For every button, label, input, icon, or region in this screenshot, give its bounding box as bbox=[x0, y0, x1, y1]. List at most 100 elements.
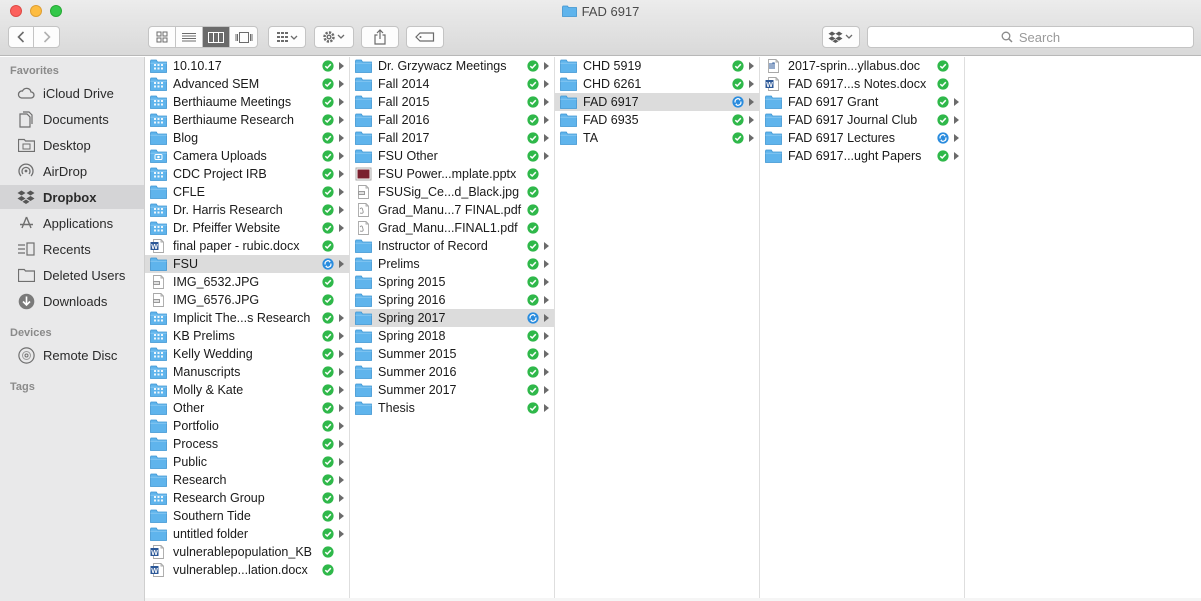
folder-row[interactable]: Instructor of Record bbox=[350, 237, 554, 255]
column-view-button[interactable] bbox=[203, 27, 231, 47]
folder-row[interactable]: Camera Uploads bbox=[145, 147, 349, 165]
folder-row[interactable]: FAD 6917...ught Papers bbox=[760, 147, 964, 165]
arrange-button[interactable] bbox=[268, 26, 306, 48]
file-row[interactable]: IMG_6576.JPG bbox=[145, 291, 349, 309]
folder-row[interactable]: Summer 2017 bbox=[350, 381, 554, 399]
sidebar-item-downloads[interactable]: Downloads bbox=[0, 289, 144, 313]
folder-row[interactable]: 10.10.17 bbox=[145, 57, 349, 75]
folder-row[interactable]: Process bbox=[145, 435, 349, 453]
folder-row[interactable]: Dr. Pfeiffer Website bbox=[145, 219, 349, 237]
folder-row[interactable]: Research bbox=[145, 471, 349, 489]
folder-row[interactable]: FAD 6917 Grant bbox=[760, 93, 964, 111]
folder-icon bbox=[355, 365, 372, 379]
folder-row[interactable]: untitled folder bbox=[145, 525, 349, 543]
folder-row[interactable]: CHD 5919 bbox=[555, 57, 759, 75]
folder-row[interactable]: Fall 2016 bbox=[350, 111, 554, 129]
folder-row[interactable]: CHD 6261 bbox=[555, 75, 759, 93]
folder-row[interactable]: Implicit The...s Research bbox=[145, 309, 349, 327]
dropbox-menu-button[interactable] bbox=[822, 26, 860, 48]
folder-row[interactable]: Other bbox=[145, 399, 349, 417]
folder-row[interactable]: FAD 6917 bbox=[555, 93, 759, 111]
folder-row[interactable]: Public bbox=[145, 453, 349, 471]
file-row[interactable]: Grad_Manu...7 FINAL.pdf bbox=[350, 201, 554, 219]
back-button[interactable] bbox=[9, 27, 34, 47]
synced-check-icon bbox=[527, 330, 539, 342]
folder-row[interactable]: FAD 6917 Journal Club bbox=[760, 111, 964, 129]
icon-view-button[interactable] bbox=[149, 27, 177, 47]
folder-row[interactable]: Dr. Grzywacz Meetings bbox=[350, 57, 554, 75]
image-file-icon bbox=[355, 185, 372, 199]
forward-button[interactable] bbox=[34, 27, 59, 47]
browser-column-4[interactable]: w 2017-sprin...yllabus.doc W FAD 6917...s N… bbox=[760, 57, 965, 601]
folder-row[interactable]: Molly & Kate bbox=[145, 381, 349, 399]
folder-row[interactable]: Manuscripts bbox=[145, 363, 349, 381]
file-row[interactable]: W FAD 6917...s Notes.docx bbox=[760, 75, 964, 93]
sidebar-item-dropbox[interactable]: Dropbox bbox=[0, 185, 144, 209]
folder-row[interactable]: CFLE bbox=[145, 183, 349, 201]
item-name: Instructor of Record bbox=[378, 239, 488, 253]
share-button[interactable] bbox=[361, 26, 399, 48]
airdrop-icon bbox=[16, 162, 36, 180]
folder-row[interactable]: Summer 2015 bbox=[350, 345, 554, 363]
tags-button[interactable] bbox=[406, 26, 444, 48]
folder-row[interactable]: Summer 2016 bbox=[350, 363, 554, 381]
folder-row[interactable]: Portfolio bbox=[145, 417, 349, 435]
file-row[interactable]: Wvulnerablep...lation.docx bbox=[145, 561, 349, 579]
action-button[interactable] bbox=[314, 26, 354, 48]
sidebar-item-applications[interactable]: Applications bbox=[0, 211, 144, 235]
browser-column-2[interactable]: Dr. Grzywacz Meetings Fall 2014 Fall 2015 F… bbox=[350, 57, 555, 601]
item-name: vulnerablep...lation.docx bbox=[173, 563, 308, 577]
folder-row[interactable]: Berthiaume Research bbox=[145, 111, 349, 129]
folder-row[interactable]: Spring 2017 bbox=[350, 309, 554, 327]
folder-row[interactable]: FAD 6935 bbox=[555, 111, 759, 129]
item-name: FAD 6935 bbox=[583, 113, 639, 127]
folder-row[interactable]: Fall 2015 bbox=[350, 93, 554, 111]
sidebar-item-desktop[interactable]: Desktop bbox=[0, 133, 144, 157]
file-row[interactable]: FSU Power...mplate.pptx bbox=[350, 165, 554, 183]
synced-check-icon bbox=[527, 276, 539, 288]
folder-row[interactable]: Dr. Harris Research bbox=[145, 201, 349, 219]
folder-row[interactable]: Kelly Wedding bbox=[145, 345, 349, 363]
disclosure-arrow-icon bbox=[339, 62, 344, 70]
file-row[interactable]: IMG_6532.JPG bbox=[145, 273, 349, 291]
sidebar-item-icloud-drive[interactable]: iCloud Drive bbox=[0, 81, 144, 105]
browser-column-3[interactable]: CHD 5919 CHD 6261 FAD 6917 FAD 6935 TA bbox=[555, 57, 760, 601]
sidebar-item-remote-disc[interactable]: Remote Disc bbox=[0, 343, 144, 367]
folder-row[interactable]: Spring 2016 bbox=[350, 291, 554, 309]
sidebar-item-recents[interactable]: Recents bbox=[0, 237, 144, 261]
sidebar-item-deleted-users[interactable]: Deleted Users bbox=[0, 263, 144, 287]
file-row[interactable]: w 2017-sprin...yllabus.doc bbox=[760, 57, 964, 75]
folder-row[interactable]: Fall 2017 bbox=[350, 129, 554, 147]
shared-folder-icon bbox=[150, 59, 167, 73]
folder-row[interactable]: KB Prelims bbox=[145, 327, 349, 345]
folder-row[interactable]: FSU Other bbox=[350, 147, 554, 165]
folder-row[interactable]: Blog bbox=[145, 129, 349, 147]
folder-row[interactable]: Advanced SEM bbox=[145, 75, 349, 93]
sidebar-item-airdrop[interactable]: AirDrop bbox=[0, 159, 144, 183]
sidebar-item-documents[interactable]: Documents bbox=[0, 107, 144, 131]
folder-row[interactable]: TA bbox=[555, 129, 759, 147]
file-row[interactable]: Grad_Manu...FINAL1.pdf bbox=[350, 219, 554, 237]
folder-row[interactable]: Spring 2018 bbox=[350, 327, 554, 345]
browser-column-1[interactable]: 10.10.17 Advanced SEM Berthiaume Meetings B… bbox=[145, 57, 350, 601]
item-name: untitled folder bbox=[173, 527, 249, 541]
synced-check-icon bbox=[527, 150, 539, 162]
search-field[interactable]: Search bbox=[867, 26, 1194, 48]
folder-row[interactable]: Prelims bbox=[350, 255, 554, 273]
folder-row[interactable]: Southern Tide bbox=[145, 507, 349, 525]
item-name: Dr. Harris Research bbox=[173, 203, 283, 217]
file-row[interactable]: Wvulnerablepopulation_KB bbox=[145, 543, 349, 561]
file-row[interactable]: FSUSig_Ce...d_Black.jpg bbox=[350, 183, 554, 201]
list-view-button[interactable] bbox=[176, 27, 204, 47]
folder-row[interactable]: FSU bbox=[145, 255, 349, 273]
back-forward-control bbox=[8, 26, 60, 48]
folder-row[interactable]: Research Group bbox=[145, 489, 349, 507]
folder-row[interactable]: Spring 2015 bbox=[350, 273, 554, 291]
folder-row[interactable]: Berthiaume Meetings bbox=[145, 93, 349, 111]
file-row[interactable]: Wfinal paper - rubic.docx bbox=[145, 237, 349, 255]
folder-row[interactable]: Thesis bbox=[350, 399, 554, 417]
gallery-view-button[interactable] bbox=[230, 27, 257, 47]
folder-row[interactable]: CDC Project IRB bbox=[145, 165, 349, 183]
folder-row[interactable]: Fall 2014 bbox=[350, 75, 554, 93]
folder-row[interactable]: FAD 6917 Lectures bbox=[760, 129, 964, 147]
